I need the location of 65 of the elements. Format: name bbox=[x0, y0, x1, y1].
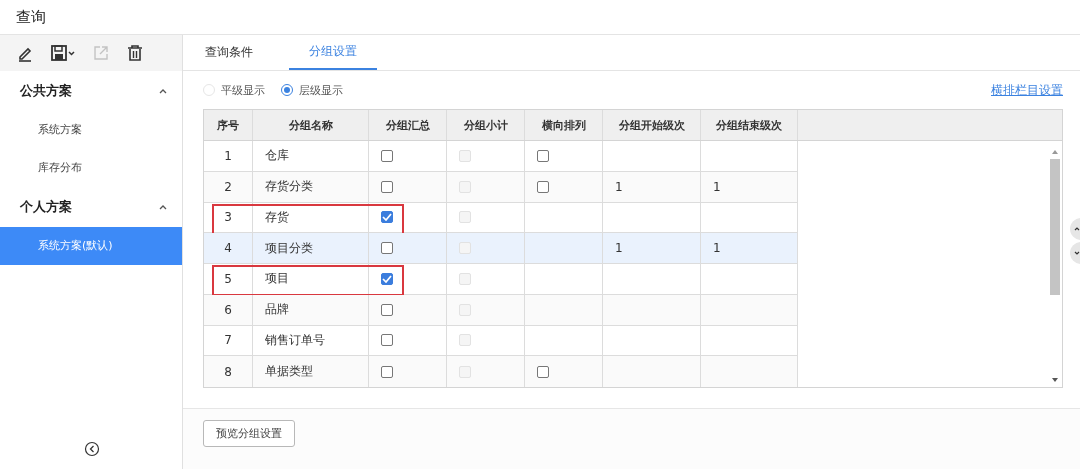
table-cell: 1 bbox=[615, 179, 623, 194]
checkbox[interactable] bbox=[537, 365, 549, 378]
chevron-icon[interactable] bbox=[158, 203, 168, 211]
table-cell: 6 bbox=[204, 294, 253, 325]
preview-button[interactable]: 预览分组设置 bbox=[203, 420, 295, 447]
settings-link[interactable]: 横排栏目设置 bbox=[991, 81, 1063, 99]
scroll-down-arrow-icon[interactable] bbox=[1051, 377, 1059, 383]
table-cell: 1 bbox=[204, 141, 253, 171]
checkbox[interactable] bbox=[537, 149, 549, 162]
table-cell: 3 bbox=[204, 202, 253, 233]
table-cell: 8 bbox=[204, 356, 253, 387]
table-cell: 项目分类 bbox=[253, 233, 369, 263]
radio-label[interactable]: 层级显示 bbox=[299, 82, 343, 98]
checkbox[interactable] bbox=[537, 180, 549, 193]
table-cell: 品牌 bbox=[253, 294, 369, 325]
tab[interactable]: 查询条件 bbox=[185, 35, 273, 70]
checkbox[interactable] bbox=[381, 303, 393, 316]
table-cell: 销售订单号 bbox=[253, 325, 369, 356]
table-cell: 项目 bbox=[253, 264, 369, 294]
chevron-up-icon bbox=[1074, 226, 1080, 232]
table-cell: 存货分类 bbox=[253, 171, 369, 202]
table-cell: 1 bbox=[615, 241, 623, 256]
checkbox[interactable] bbox=[381, 272, 393, 285]
table-cell: 4 bbox=[204, 233, 253, 263]
sidebar-item[interactable]: 系统方案 bbox=[0, 111, 182, 149]
table-cell: 2 bbox=[204, 171, 253, 202]
column-header: 分组汇总 bbox=[369, 110, 447, 140]
table-row[interactable]: 7 销售订单号 bbox=[204, 325, 798, 357]
table-cell: 1 bbox=[713, 179, 721, 194]
group-header[interactable]: 公共方案 bbox=[20, 82, 72, 100]
sidebar-item[interactable]: 库存分布 bbox=[0, 149, 182, 187]
scroll-up-arrow-icon[interactable] bbox=[1051, 149, 1059, 155]
collapse-icon[interactable] bbox=[83, 441, 100, 457]
table-cell: 存货 bbox=[253, 202, 369, 233]
radio-label[interactable]: 平级显示 bbox=[221, 82, 265, 98]
table-cell: 7 bbox=[204, 325, 253, 356]
table-row[interactable]: 3 存货 bbox=[204, 202, 798, 234]
tab[interactable]: 分组设置 bbox=[289, 35, 377, 70]
column-header: 横向排列 bbox=[525, 110, 603, 140]
table-row[interactable]: 1 仓库 bbox=[204, 141, 798, 172]
column-header: 分组名称 bbox=[253, 110, 369, 140]
column-header: 序号 bbox=[204, 110, 253, 140]
column-header: 分组结束级次 bbox=[701, 110, 798, 140]
checkbox[interactable] bbox=[381, 180, 393, 193]
table-row[interactable]: 8 单据类型 bbox=[204, 356, 798, 387]
group-header[interactable]: 个人方案 bbox=[20, 198, 72, 216]
checkbox[interactable] bbox=[381, 149, 393, 162]
checkbox[interactable] bbox=[381, 211, 393, 224]
save-icon[interactable] bbox=[48, 42, 78, 64]
chevron-icon[interactable] bbox=[158, 87, 168, 95]
checkbox[interactable] bbox=[381, 242, 393, 255]
table-row[interactable]: 2 存货分类 1 1 bbox=[204, 171, 798, 203]
checkbox[interactable] bbox=[381, 365, 393, 378]
table-cell: 5 bbox=[204, 264, 253, 294]
window-title: 查询 bbox=[16, 7, 46, 27]
column-header: 分组开始级次 bbox=[603, 110, 701, 140]
table-cell: 1 bbox=[713, 241, 721, 256]
column-header: 分组小计 bbox=[447, 110, 525, 140]
table-row[interactable]: 5 项目 bbox=[204, 264, 798, 295]
table-cell: 仓库 bbox=[253, 141, 369, 171]
checkbox[interactable] bbox=[381, 334, 393, 347]
table-cell: 单据类型 bbox=[253, 356, 369, 387]
table-row[interactable]: 4 项目分类 1 1 bbox=[204, 233, 798, 264]
table-row[interactable]: 6 品牌 bbox=[204, 294, 798, 326]
chevron-down-icon bbox=[1074, 250, 1080, 256]
